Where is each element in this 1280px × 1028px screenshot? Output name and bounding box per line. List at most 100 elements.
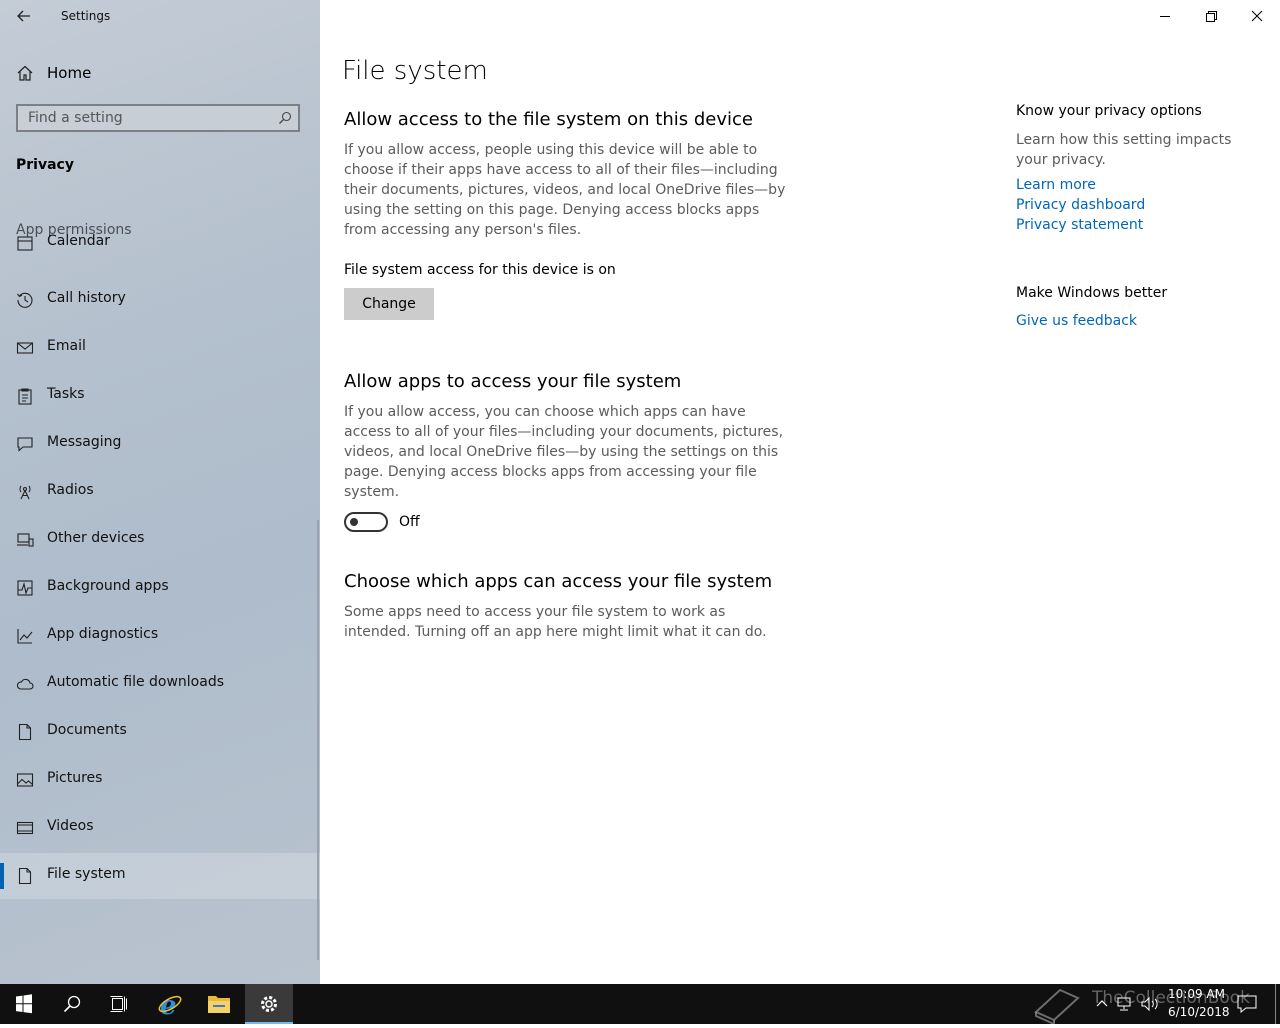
give-feedback-link[interactable]: Give us feedback: [1016, 313, 1137, 329]
sidebar-item-label: Call history: [47, 290, 126, 306]
section-title-app-access: Allow apps to access your file system: [344, 371, 682, 392]
task-view-button[interactable]: [96, 984, 144, 1024]
sidebar-item-label: Email: [47, 338, 86, 354]
page-title: File system: [342, 56, 488, 86]
chevron-up-icon[interactable]: [1094, 995, 1110, 1013]
privacy-statement-link[interactable]: Privacy statement: [1016, 217, 1143, 233]
diagnostics-icon: [17, 629, 33, 644]
section-description-app-access: If you allow access, you can choose whic…: [344, 404, 784, 500]
home-icon: [17, 65, 33, 81]
search-input[interactable]: [18, 106, 268, 130]
sidebar-item-label: Videos: [47, 818, 94, 834]
privacy-options-title: Know your privacy options: [1016, 103, 1202, 119]
sidebar-item-label: Other devices: [47, 530, 145, 546]
home-nav-item[interactable]: Home: [0, 55, 320, 91]
learn-more-link[interactable]: Learn more: [1016, 177, 1096, 193]
sidebar-item-label: App diagnostics: [47, 626, 159, 642]
task-view-icon: [110, 996, 127, 1012]
cloud-icon: [16, 678, 34, 690]
sidebar-item-tasks[interactable]: Tasks: [0, 373, 320, 419]
sidebar-item-radios[interactable]: Radios: [0, 469, 320, 515]
make-windows-better-title: Make Windows better: [1016, 285, 1168, 301]
section-heading-privacy: Privacy: [16, 157, 74, 173]
privacy-options-description: Learn how this setting impacts your priv…: [1016, 132, 1232, 168]
history-icon: [17, 292, 33, 308]
title-bar: Settings: [0, 0, 320, 32]
mail-icon: [16, 342, 34, 354]
back-button[interactable]: [12, 6, 36, 26]
search-box[interactable]: [16, 104, 300, 132]
search-taskbar-button[interactable]: [48, 984, 96, 1024]
show-desktop-button[interactable]: [1275, 984, 1276, 1024]
nav-list: Calendar Call history Email Tasks Messag…: [0, 232, 320, 984]
access-status-text: File system access for this device is on: [344, 262, 616, 278]
sidebar-item-videos[interactable]: Videos: [0, 805, 320, 851]
sidebar-scrollbar[interactable]: [317, 520, 319, 960]
sidebar-item-call-history[interactable]: Call history: [0, 277, 320, 323]
antenna-icon: [19, 485, 31, 500]
sidebar-item-app-diagnostics[interactable]: App diagnostics: [0, 613, 320, 659]
sidebar-item-calendar[interactable]: Calendar: [0, 232, 320, 266]
settings-taskbar-button[interactable]: [245, 984, 293, 1024]
network-icon[interactable]: [1116, 995, 1136, 1013]
close-icon: [1251, 10, 1263, 22]
notifications-icon[interactable]: [1236, 994, 1258, 1014]
chat-icon: [17, 437, 33, 452]
toggle-state-label: Off: [399, 514, 420, 530]
sidebar-item-email[interactable]: Email: [0, 325, 320, 371]
back-arrow-icon: [17, 10, 30, 22]
devices-icon: [17, 533, 34, 547]
windows-logo-icon: [16, 994, 32, 1014]
restore-icon: [1206, 11, 1217, 22]
sidebar-item-label: Messaging: [47, 434, 122, 450]
clock-time[interactable]: 10:09 AM: [1168, 987, 1225, 1001]
book-watermark-icon: [1034, 988, 1080, 1024]
sidebar-item-file-system[interactable]: File system: [0, 853, 320, 899]
app-access-toggle[interactable]: [344, 512, 388, 532]
sidebar-item-pictures[interactable]: Pictures: [0, 757, 320, 803]
internet-explorer-icon: e: [158, 991, 182, 1021]
sidebar-item-automatic-file-downloads[interactable]: Automatic file downloads: [0, 661, 320, 707]
sidebar-item-documents[interactable]: Documents: [0, 709, 320, 755]
pulse-icon: [17, 580, 33, 596]
section-description-choose-apps: Some apps need to access your file syste…: [344, 604, 767, 640]
document-icon: [18, 723, 32, 741]
minimize-icon: [1160, 16, 1170, 17]
sidebar-item-label: Pictures: [47, 770, 103, 786]
privacy-dashboard-link[interactable]: Privacy dashboard: [1016, 197, 1145, 213]
sidebar-item-messaging[interactable]: Messaging: [0, 421, 320, 467]
restore-button[interactable]: [1188, 0, 1234, 32]
section-title-device-access: Allow access to the file system on this …: [344, 109, 753, 130]
change-button[interactable]: Change: [344, 288, 434, 320]
file-explorer-button[interactable]: [195, 984, 243, 1024]
sidebar: Settings Home Privacy App permissions Ca…: [0, 0, 320, 984]
toggle-knob: [350, 518, 358, 526]
sidebar-item-label: Radios: [47, 482, 94, 498]
video-icon: [16, 821, 34, 835]
search-icon[interactable]: [278, 111, 292, 125]
section-title-choose-apps: Choose which apps can access your file s…: [344, 571, 773, 592]
volume-icon[interactable]: [1140, 995, 1162, 1013]
taskbar: e TheCollectionBook 10:09 AM 6/10/2018: [0, 984, 1280, 1024]
pictures-icon: [16, 773, 34, 787]
sidebar-item-label: Background apps: [47, 578, 169, 594]
svg-text:e: e: [160, 991, 177, 1021]
sidebar-item-label: Calendar: [47, 233, 110, 249]
internet-explorer-button[interactable]: e: [146, 984, 194, 1024]
calendar-icon: [17, 236, 33, 251]
start-button[interactable]: [0, 984, 48, 1024]
sidebar-item-label: Automatic file downloads: [47, 674, 225, 690]
close-button[interactable]: [1234, 0, 1280, 32]
app-title: Settings: [61, 9, 111, 23]
section-description-device-access: If you allow access, people using this d…: [344, 142, 786, 238]
folder-icon: [208, 996, 230, 1013]
sidebar-item-label: Documents: [47, 722, 127, 738]
sidebar-item-label: Tasks: [47, 386, 85, 402]
clock-date[interactable]: 6/10/2018: [1168, 1005, 1230, 1019]
sidebar-item-label: File system: [47, 866, 126, 882]
sidebar-item-background-apps[interactable]: Background apps: [0, 565, 320, 611]
home-label: Home: [47, 64, 92, 82]
file-icon: [18, 867, 32, 885]
minimize-button[interactable]: [1142, 0, 1188, 32]
sidebar-item-other-devices[interactable]: Other devices: [0, 517, 320, 563]
